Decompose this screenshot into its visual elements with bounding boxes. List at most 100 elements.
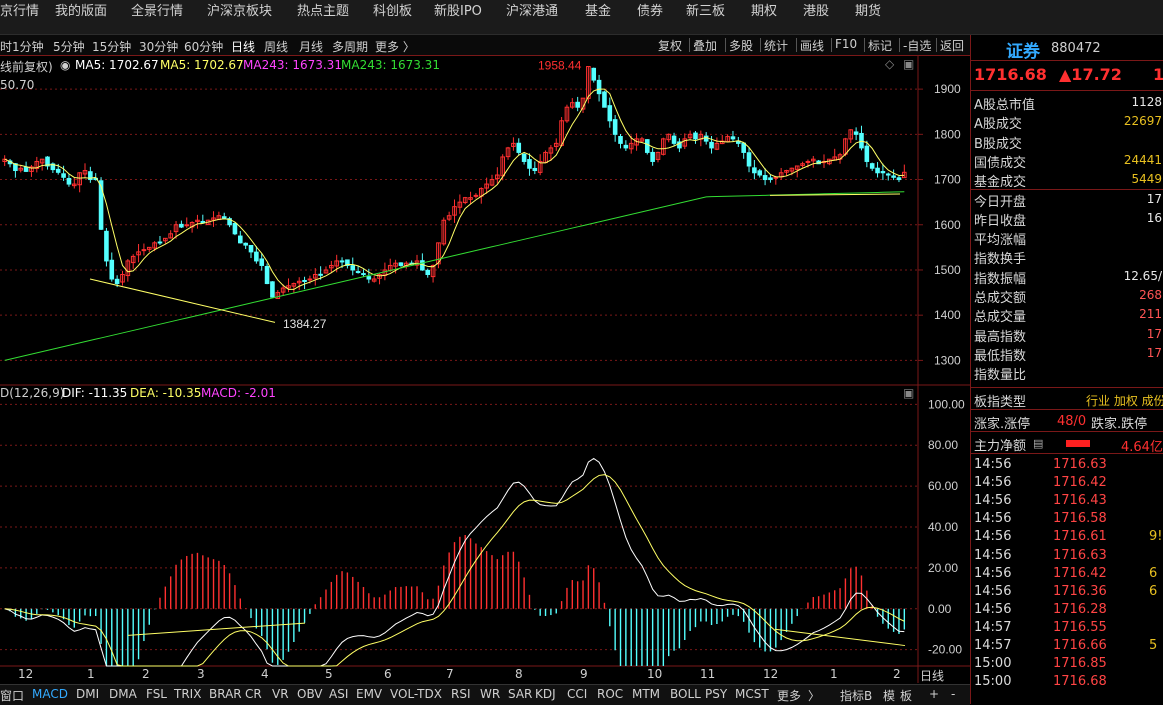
- indicator-tab-7[interactable]: CR: [245, 687, 262, 701]
- indicator-tab-14[interactable]: WR: [480, 687, 500, 701]
- nav-item-12[interactable]: 港股: [803, 0, 829, 19]
- indicator-tab-19[interactable]: MTM: [632, 687, 660, 701]
- candle-body: [157, 241, 163, 244]
- tool-button-7[interactable]: -自选: [903, 37, 931, 54]
- nav-item-0[interactable]: 京行情: [0, 0, 39, 19]
- nav-item-1[interactable]: 我的版面: [55, 0, 107, 19]
- period-9[interactable]: 多周期: [332, 38, 368, 55]
- nav-item-4[interactable]: 热点主题: [297, 0, 349, 19]
- tool-button-3[interactable]: 统计: [764, 37, 788, 54]
- nav-item-5[interactable]: 科创板: [373, 0, 412, 19]
- indicator-tab-28[interactable]: +: [929, 687, 939, 701]
- nav-item-6[interactable]: 新股IPO: [434, 0, 482, 19]
- candle-body: [752, 167, 757, 174]
- indicator-tab-26[interactable]: 模: [883, 687, 895, 704]
- indicator-tab-21[interactable]: PSY: [705, 687, 727, 701]
- indicator-tab-17[interactable]: CCI: [567, 687, 587, 701]
- indicator-tab-9[interactable]: OBV: [297, 687, 323, 701]
- tool-button-6[interactable]: 标记: [868, 37, 892, 54]
- indicator-tab-24[interactable]: 〉: [808, 687, 820, 704]
- indicator-tab-20[interactable]: BOLL: [670, 687, 701, 701]
- index-code: 880472: [1051, 41, 1101, 56]
- period-4[interactable]: 30分钟: [139, 38, 178, 55]
- stat-value: 268: [1139, 288, 1162, 302]
- candle-body: [264, 265, 270, 285]
- indicator-tab-16[interactable]: KDJ: [535, 687, 556, 701]
- price-axis-label: 1900: [934, 82, 961, 96]
- candle-body: [864, 145, 870, 162]
- x-axis-label: 6: [384, 667, 392, 681]
- period-8[interactable]: 月线: [299, 38, 323, 55]
- top-nav: 京行情 我的版面 全景行情 沪深京板块 热点主题 科创板 新股IPO 沪深港通 基金 债券 新三板 期…: [0, 0, 1163, 35]
- tool-button-4[interactable]: 画线: [800, 37, 824, 54]
- diamond-icon[interactable]: ◇: [885, 57, 894, 71]
- tool-button-1[interactable]: 叠加: [693, 37, 717, 54]
- indicator-tab-25[interactable]: 指标B: [840, 687, 872, 704]
- sector-type-value[interactable]: 行业 加权 成份: [1086, 392, 1163, 409]
- candle-body: [521, 153, 527, 162]
- top-value-label: 50.70: [0, 78, 35, 92]
- indicator-tab-8[interactable]: VR: [272, 687, 289, 701]
- bottom-period-label[interactable]: 日线: [920, 667, 944, 684]
- ma5-legend-b: MA5: 1702.67: [160, 58, 244, 72]
- indicator-tab-23[interactable]: 更多: [777, 687, 801, 704]
- price-axis-label: 1300: [934, 353, 961, 367]
- tick-time: 14:56: [974, 511, 1012, 527]
- nav-item-9[interactable]: 债券: [637, 0, 663, 19]
- indicator-tab-27[interactable]: 板: [900, 687, 912, 704]
- period-7[interactable]: 周线: [264, 38, 288, 55]
- period-10[interactable]: 更多 〉: [375, 38, 415, 55]
- indicator-tab-18[interactable]: ROC: [597, 687, 623, 701]
- tool-button-2[interactable]: 多股: [729, 37, 753, 54]
- period-5[interactable]: 60分钟: [184, 38, 223, 55]
- indicator-tab-6[interactable]: BRAR: [209, 687, 242, 701]
- stat-value: 17: [1146, 345, 1162, 360]
- list-icon[interactable]: ▤: [1033, 437, 1043, 450]
- tick-row: 14:57 1716.66 5: [971, 637, 1163, 655]
- indicator-tab-4[interactable]: FSL: [146, 687, 167, 701]
- indicator-tab-29[interactable]: -: [951, 687, 955, 701]
- period-2[interactable]: 5分钟: [53, 38, 85, 55]
- index-name: 证券: [1006, 42, 1040, 62]
- stat-label: 指数量比: [974, 368, 1027, 384]
- tool-button-0[interactable]: 复权: [658, 37, 682, 54]
- period-1[interactable]: 1分钟: [12, 38, 44, 55]
- indicator-tab-10[interactable]: ASI: [329, 687, 348, 701]
- stat-label: 总成交量: [974, 310, 1027, 326]
- indicator-tab-22[interactable]: MCST: [735, 687, 769, 701]
- eye-icon[interactable]: ◉: [60, 58, 70, 72]
- indicator-tab-12[interactable]: VOL-TDX: [390, 687, 442, 701]
- candle-body: [339, 260, 345, 263]
- nav-item-8[interactable]: 基金: [585, 0, 611, 19]
- period-6[interactable]: 日线: [231, 38, 255, 55]
- indicator-tab-1[interactable]: MACD: [32, 687, 68, 701]
- tick-price: 1716.42: [1053, 565, 1107, 581]
- indicator-tab-5[interactable]: TRIX: [174, 687, 201, 701]
- x-axis-label: 11: [700, 667, 716, 681]
- window-icon[interactable]: ▣: [903, 57, 914, 71]
- indicator-tab-3[interactable]: DMA: [109, 687, 137, 701]
- nav-item-3[interactable]: 沪深京板块: [207, 0, 272, 19]
- chart-area[interactable]: 1900180017001600150014001300100.0080.006…: [0, 56, 970, 683]
- candle-body: [109, 259, 115, 280]
- period-0[interactable]: 时: [0, 38, 12, 55]
- tick-row: 15:00 1716.85: [971, 655, 1163, 673]
- candle-body: [221, 216, 227, 219]
- macd-axis-label: 60.00: [928, 479, 958, 493]
- indicator-tab-2[interactable]: DMI: [76, 687, 99, 701]
- price-axis-label: 1600: [934, 218, 961, 232]
- nav-item-2[interactable]: 全景行情: [131, 0, 183, 19]
- nav-item-10[interactable]: 新三板: [686, 0, 725, 19]
- indicator-tab-13[interactable]: RSI: [451, 687, 471, 701]
- tick-volume: 6: [1149, 565, 1158, 581]
- indicator-tab-15[interactable]: SAR: [508, 687, 532, 701]
- period-3[interactable]: 15分钟: [92, 38, 131, 55]
- indicator-tab-0[interactable]: 窗口: [0, 687, 24, 704]
- nav-item-11[interactable]: 期权: [751, 0, 777, 19]
- nav-item-13[interactable]: 期货: [855, 0, 881, 19]
- nav-item-7[interactable]: 沪深港通: [506, 0, 558, 19]
- indicator-tab-11[interactable]: EMV: [356, 687, 382, 701]
- tool-button-8[interactable]: 返回: [940, 37, 964, 54]
- macd-window-icon[interactable]: ▣: [903, 386, 914, 400]
- tool-button-5[interactable]: F10: [835, 37, 857, 51]
